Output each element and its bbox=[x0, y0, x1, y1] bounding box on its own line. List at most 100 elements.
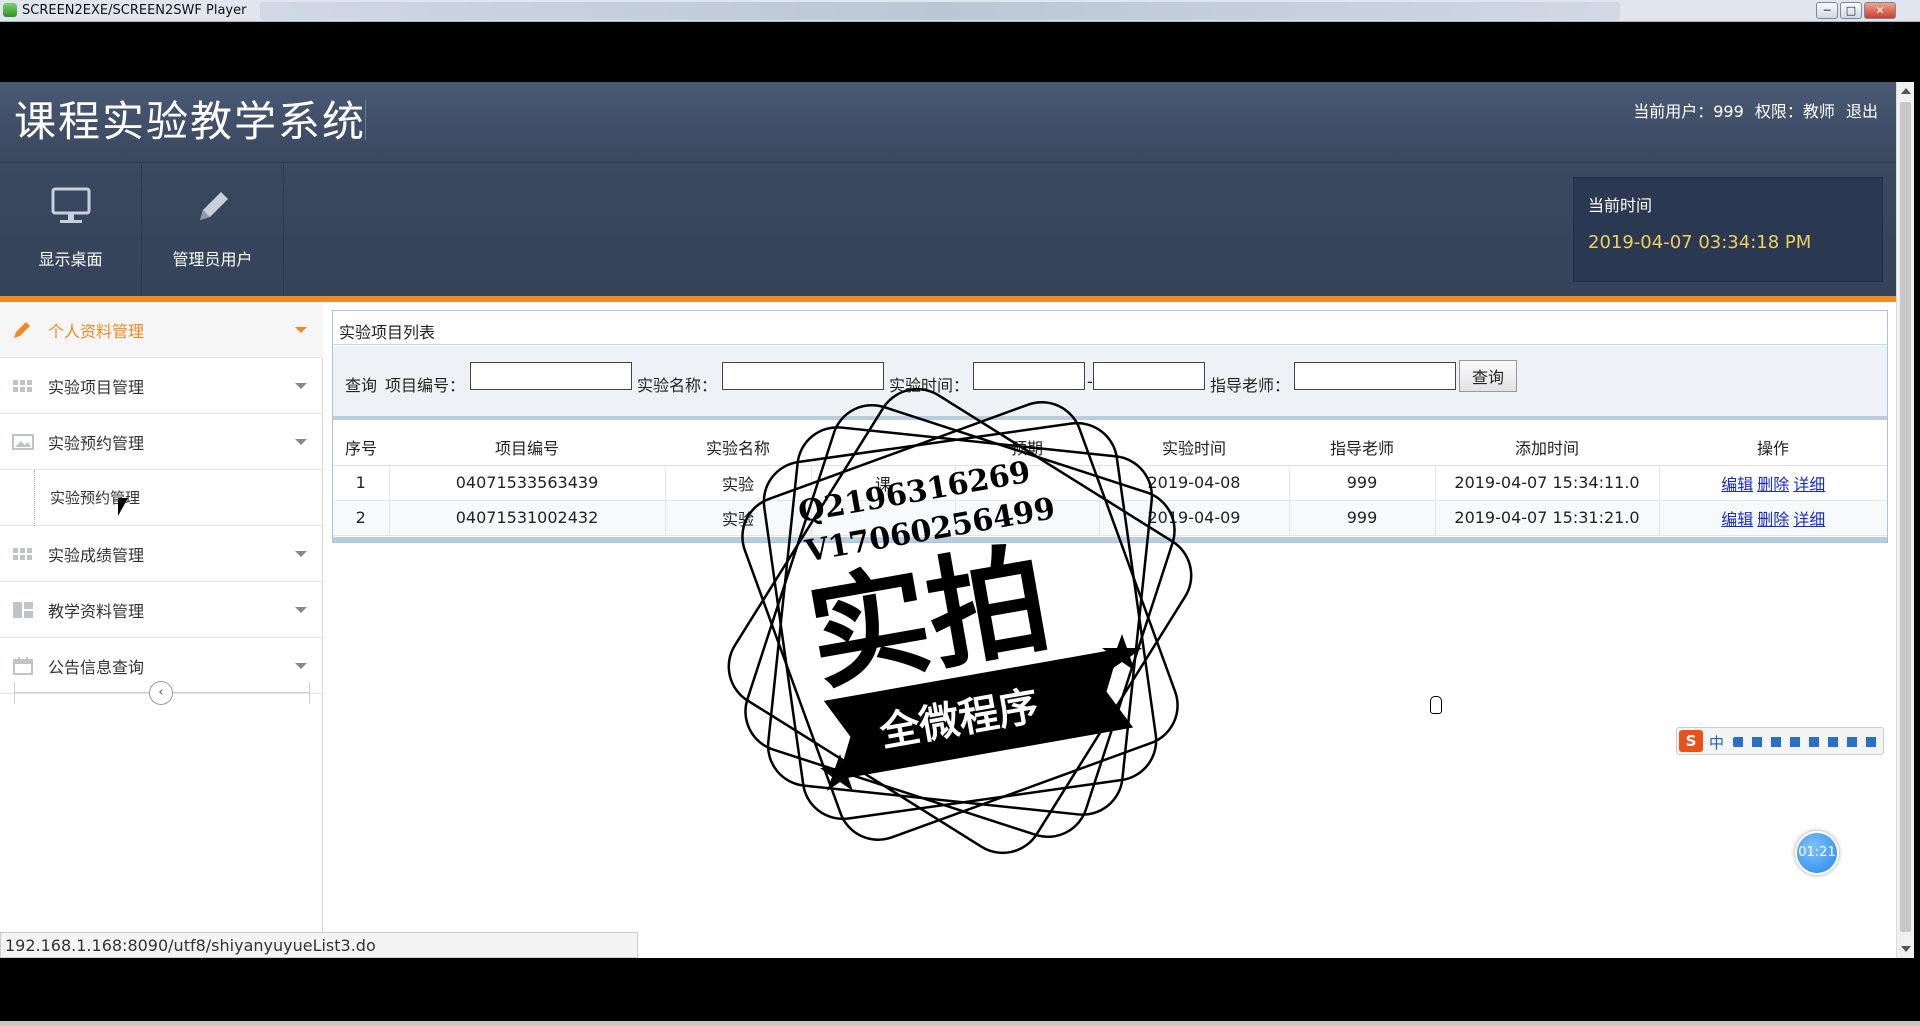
teacher-label: 指导老师： bbox=[1210, 376, 1291, 395]
sidebar-item-label: 实验成绩管理 bbox=[48, 546, 145, 565]
scroll-thumb[interactable] bbox=[1900, 102, 1911, 932]
row-number: 2 bbox=[333, 500, 390, 536]
project-code-input[interactable] bbox=[470, 362, 632, 390]
user-role: 权限：教师 bbox=[1754, 102, 1835, 121]
user-info: 当前用户：999 权限：教师 退出 bbox=[1627, 98, 1878, 122]
current-user: 当前用户：999 bbox=[1633, 102, 1744, 121]
blurred-taskbar-tabs bbox=[260, 2, 1620, 20]
chevron-down-icon bbox=[295, 551, 307, 557]
column-header: 添加时间 bbox=[1435, 430, 1659, 466]
row-number: 1 bbox=[333, 465, 390, 501]
pencil-icon bbox=[200, 192, 228, 220]
sidebar-item-label: 实验项目管理 bbox=[48, 378, 145, 397]
grid-icon bbox=[13, 380, 32, 392]
added-time: 2019-04-07 15:34:11.0 bbox=[1435, 465, 1660, 501]
column-header: 指导老师 bbox=[1289, 430, 1435, 466]
close-button[interactable]: ✕ bbox=[1864, 2, 1896, 19]
sidebar-item-projects[interactable]: 实验项目管理 bbox=[0, 358, 323, 414]
layout-icon bbox=[13, 602, 33, 618]
added-time: 2019-04-07 15:31:21.0 bbox=[1435, 500, 1660, 536]
nav-show-desktop-label: 显示桌面 bbox=[38, 250, 103, 269]
chevron-down-icon bbox=[295, 383, 307, 389]
maximize-button[interactable]: □ bbox=[1840, 2, 1862, 19]
teacher-input[interactable] bbox=[1294, 362, 1456, 390]
collapse-line-left bbox=[14, 682, 15, 704]
chevron-down-icon bbox=[295, 607, 307, 613]
current-time-value: 2019-04-07 03:34:18 PM bbox=[1588, 232, 1812, 253]
column-header: 项目编号 bbox=[389, 430, 665, 466]
mouse-cursor-icon bbox=[118, 498, 128, 516]
row-actions: 编辑 删除 详细 bbox=[1659, 500, 1887, 536]
ime-toolbar[interactable]: S 中 bbox=[1676, 727, 1884, 755]
calendar-icon bbox=[13, 657, 33, 675]
chevron-down-icon bbox=[295, 663, 307, 669]
image-icon bbox=[12, 434, 34, 450]
scroll-down-icon[interactable] bbox=[1901, 946, 1911, 952]
player-app-icon bbox=[3, 3, 17, 17]
panel-title: 实验项目列表 bbox=[339, 323, 436, 342]
teacher: 999 bbox=[1289, 500, 1436, 536]
collapse-line-right bbox=[309, 682, 310, 704]
sidebar-subitem-reservations: 实验预约管理 bbox=[0, 470, 323, 526]
ime-tool-icons bbox=[1733, 737, 1881, 747]
vertical-scrollbar[interactable] bbox=[1896, 82, 1914, 958]
grid-icon bbox=[13, 548, 32, 560]
logout-link[interactable]: 退出 bbox=[1846, 102, 1878, 121]
browser-content: 课程实验教学系统 当前用户：999 权限：教师 退出 显示桌面 管理员用户 当前… bbox=[0, 82, 1896, 958]
current-time-box: 当前时间 2019-04-07 03:34:18 PM bbox=[1573, 177, 1883, 282]
column-header: 操作 bbox=[1659, 430, 1887, 466]
sidebar-item-label: 公告信息查询 bbox=[48, 658, 145, 677]
tree-line bbox=[34, 470, 35, 526]
sidebar-item-label: 教学资料管理 bbox=[48, 602, 145, 621]
row-actions: 编辑 删除 详细 bbox=[1659, 465, 1887, 501]
current-time-label: 当前时间 bbox=[1588, 196, 1653, 215]
project-code: 04071533563439 bbox=[389, 465, 666, 501]
panel-header: 实验项目列表 bbox=[333, 311, 1887, 345]
chevron-down-icon bbox=[295, 327, 307, 333]
project-code-label: 项目编号： bbox=[385, 376, 466, 395]
delete-link[interactable]: 删除 bbox=[1757, 475, 1789, 494]
search-button[interactable]: 查询 bbox=[1459, 360, 1517, 392]
teacher: 999 bbox=[1289, 465, 1436, 501]
monitor-icon bbox=[51, 187, 91, 223]
delete-link[interactable]: 删除 bbox=[1757, 510, 1789, 529]
hand-cursor-icon bbox=[1430, 696, 1442, 714]
detail-link[interactable]: 详细 bbox=[1793, 510, 1825, 529]
query-label: 查询 bbox=[345, 376, 378, 395]
system-title: 课程实验教学系统 bbox=[14, 97, 367, 146]
sidebar-item-profile[interactable]: 个人资料管理 bbox=[0, 302, 323, 358]
status-bar-url: 192.168.1.168:8090/utf8/shiyanyuyueList3… bbox=[0, 932, 638, 958]
chevron-down-icon bbox=[295, 439, 307, 445]
sidebar-item-materials[interactable]: 教学资料管理 bbox=[0, 582, 323, 638]
ime-language: 中 bbox=[1709, 734, 1725, 752]
nav-show-desktop[interactable]: 显示桌面 bbox=[0, 164, 142, 296]
scroll-up-icon[interactable] bbox=[1901, 88, 1911, 94]
minimize-button[interactable]: ─ bbox=[1816, 2, 1838, 19]
sidebar-item-label: 个人资料管理 bbox=[48, 322, 145, 341]
sidebar: 个人资料管理 实验项目管理 实验预约管理 实验预约管理 实验成绩管理 教学资料管… bbox=[0, 302, 323, 958]
watermark-stamp: Q2196316269 V17060256499 实拍 全微程序 bbox=[727, 387, 1193, 855]
edit-link[interactable]: 编辑 bbox=[1721, 475, 1753, 494]
sogou-logo-icon: S bbox=[1679, 730, 1703, 752]
column-header: 序号 bbox=[333, 430, 389, 466]
experiment-name-label: 实验名称： bbox=[637, 376, 718, 395]
sidebar-item-grades[interactable]: 实验成绩管理 bbox=[0, 526, 323, 582]
sidebar-item-label: 实验预约管理 bbox=[48, 434, 145, 453]
edit-link[interactable]: 编辑 bbox=[1721, 510, 1753, 529]
detail-link[interactable]: 详细 bbox=[1793, 475, 1825, 494]
app-header: 课程实验教学系统 当前用户：999 权限：教师 退出 显示桌面 管理员用户 当前… bbox=[0, 82, 1896, 296]
sidebar-collapse-row: ‹ bbox=[14, 678, 310, 708]
nav-admin-users-label: 管理员用户 bbox=[172, 250, 253, 269]
sidebar-item-reservations[interactable]: 实验预约管理 bbox=[0, 414, 323, 470]
sidebar-collapse-button[interactable]: ‹ bbox=[149, 681, 173, 705]
player-title-bar: SCREEN2EXE/SCREEN2SWF Player ─ □ ✕ bbox=[0, 0, 1920, 22]
pencil-icon bbox=[14, 322, 30, 338]
taskbar-strip bbox=[0, 1021, 1920, 1026]
nav-admin-users[interactable]: 管理员用户 bbox=[142, 164, 284, 296]
recording-timer: 01:21 bbox=[1795, 831, 1839, 875]
title-separator bbox=[365, 100, 366, 140]
project-code: 04071531002432 bbox=[389, 500, 666, 536]
player-title: SCREEN2EXE/SCREEN2SWF Player bbox=[22, 3, 247, 18]
header-divider bbox=[0, 162, 1896, 163]
screen: SCREEN2EXE/SCREEN2SWF Player ─ □ ✕ 课程实验教… bbox=[0, 0, 1920, 1026]
